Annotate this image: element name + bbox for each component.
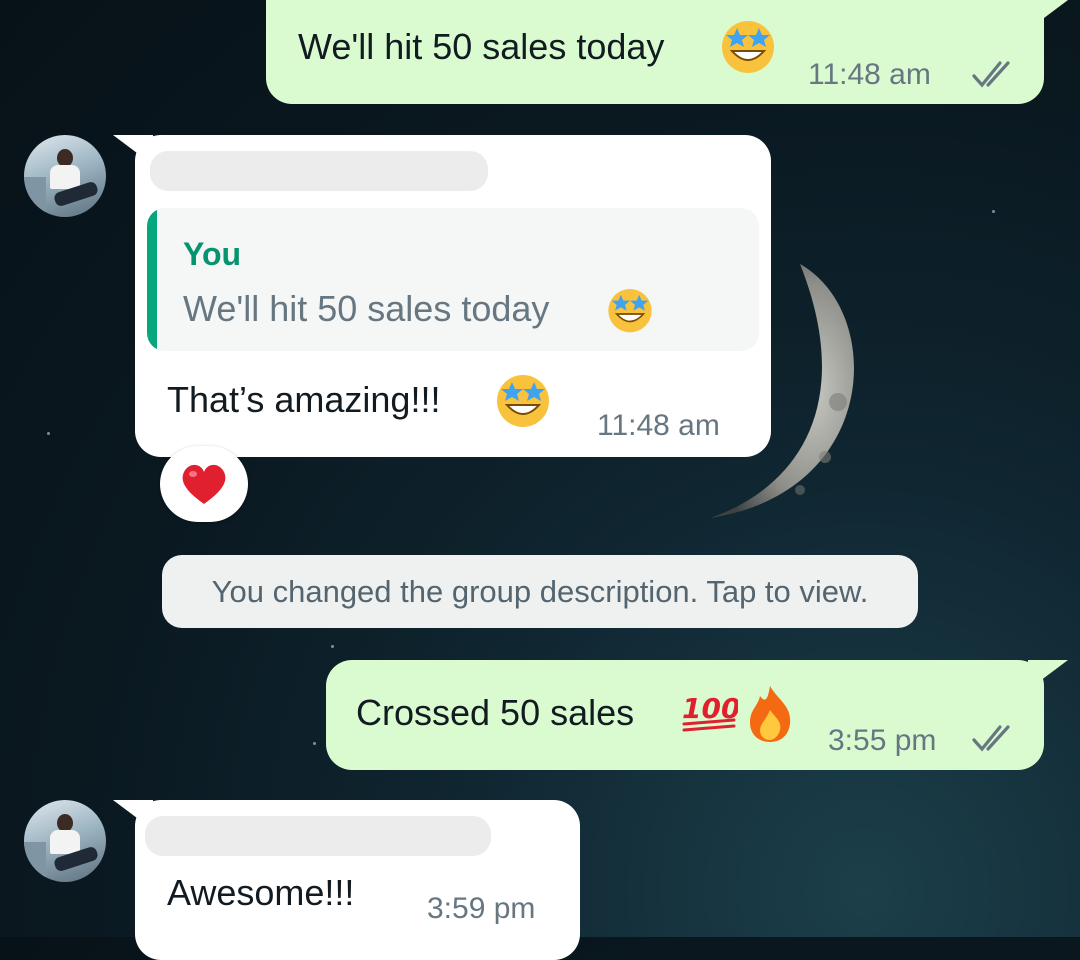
star-3: [331, 645, 334, 648]
bubble-tail: [113, 135, 153, 165]
message-text: That’s amazing!!!: [167, 379, 441, 420]
double-check-icon: [972, 61, 1010, 88]
star-2: [47, 432, 50, 435]
reply-accent-bar: [147, 208, 157, 351]
message-time: 11:48 am: [808, 58, 931, 91]
star-struck-icon: [722, 21, 774, 73]
fire-icon: [750, 686, 791, 742]
message-text: Awesome!!!: [167, 872, 355, 913]
message-time: 3:59 pm: [427, 892, 536, 925]
heart-icon: [182, 464, 226, 504]
system-notice-text: You changed the group description. Tap t…: [211, 573, 869, 609]
star-struck-icon: [608, 289, 652, 333]
bubble-tail: [1028, 0, 1068, 30]
message-time: 11:48 am: [597, 409, 720, 442]
star-1: [992, 210, 995, 213]
sender-avatar[interactable]: [24, 800, 106, 882]
system-notice[interactable]: You changed the group description. Tap t…: [162, 555, 918, 628]
reaction-badge[interactable]: [160, 446, 248, 522]
incoming-message-2[interactable]: Awesome!!! 3:59 pm: [113, 800, 580, 960]
star-struck-icon: [497, 375, 549, 427]
hundred-points-icon: 100: [682, 692, 738, 732]
outgoing-message-2[interactable]: Crossed 50 sales 100 3:55 pm: [326, 660, 1068, 770]
incoming-message-1[interactable]: You We'll hit 50 sales today That’s amaz…: [113, 135, 771, 457]
bubble-tail: [1028, 660, 1068, 690]
outgoing-message-1[interactable]: We'll hit 50 sales today 11:48 am: [266, 0, 1068, 104]
quoted-reply[interactable]: You We'll hit 50 sales today: [147, 208, 759, 351]
quoted-text: We'll hit 50 sales today: [183, 288, 550, 329]
quoted-author: You: [183, 236, 242, 272]
star-4: [313, 742, 316, 745]
double-check-icon: [972, 725, 1010, 752]
redacted-sender-name: [150, 151, 488, 191]
message-text: We'll hit 50 sales today: [298, 26, 665, 67]
message-time: 3:55 pm: [828, 724, 937, 757]
sender-avatar[interactable]: [24, 135, 106, 217]
message-text: Crossed 50 sales: [356, 692, 635, 733]
redacted-sender-name: [145, 816, 491, 856]
